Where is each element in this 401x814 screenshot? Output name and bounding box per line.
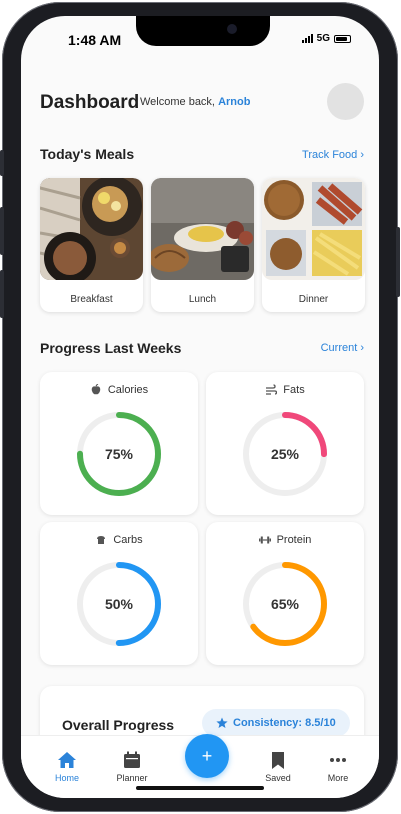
meals-section-title: Today's Meals [40,146,135,162]
consistency-text: Consistency: 8.5/10 [233,717,336,729]
track-food-link[interactable]: Track Food › [302,149,364,161]
tab-label: Home [54,773,79,783]
volume-up-button [0,207,4,255]
progress-card-carbs[interactable]: Carbs 50% [40,522,198,665]
card-label: Fats [283,384,305,396]
wind-icon [266,384,278,395]
tab-label: Planner [116,773,148,783]
overall-title: Overall Progress [62,717,175,733]
progress-card-protein[interactable]: Protein 65% [206,522,364,665]
progress-section-title: Progress Last Weeks [40,340,182,356]
star-icon [216,717,228,728]
home-icon [58,752,76,768]
progress-value: 75% [104,446,134,462]
avatar[interactable] [327,83,364,120]
app-screen: 1:48 AM 5G Dashboard Welcome back, Arnob… [21,16,379,798]
tab-planner[interactable]: Planner [102,750,162,783]
battery-icon [334,34,351,43]
consistency-badge: Consistency: 8.5/10 [202,709,350,737]
welcome-text: Welcome back, Arnob [140,96,250,108]
card-header: Fats [206,384,364,396]
dinner-photo [262,178,365,280]
progress-value: 65% [270,596,300,612]
meal-card-dinner[interactable]: Dinner [262,178,365,312]
progress-card-calories[interactable]: Calories 75% [40,372,198,515]
calendar-icon [124,751,140,768]
meal-label: Breakfast [70,294,113,305]
card-label: Protein [276,534,312,546]
camera-icon [227,24,237,34]
tab-more[interactable]: More [308,750,368,783]
dynamic-notch [136,16,270,46]
breakfast-photo [40,178,143,280]
meal-label: Dinner [298,294,329,305]
bookmark-icon [272,752,284,769]
bread-icon [97,536,106,544]
home-indicator [136,786,264,790]
progress-card-fats[interactable]: Fats 25% [206,372,364,515]
meal-label: Lunch [188,294,217,305]
card-label: Calories [107,384,149,396]
power-button [396,227,400,297]
card-header: Calories [40,384,198,396]
tab-label: More [327,773,349,783]
mute-switch [0,150,4,176]
status-time: 1:48 AM [68,32,122,48]
meal-card-breakfast[interactable]: Breakfast [40,178,143,312]
card-header: Protein [206,534,364,546]
add-fab-button[interactable]: + [185,734,229,778]
status-icons: 5G [301,33,351,44]
current-link[interactable]: Current › [321,342,364,354]
user-name: Arnob [218,96,251,108]
lunch-photo [151,178,254,280]
card-label: Carbs [113,534,143,546]
progress-value: 25% [270,446,300,462]
progress-value: 50% [104,596,134,612]
apple-icon [91,384,101,395]
dumbbell-icon [258,536,271,544]
network-label: 5G [316,33,330,44]
tab-saved[interactable]: Saved [248,750,308,783]
more-icon [330,758,346,762]
card-header: Carbs [40,534,198,546]
page-title: Dashboard [40,92,140,113]
signal-icon [301,34,313,43]
tab-label: Saved [265,773,291,783]
meal-card-lunch[interactable]: Lunch [151,178,254,312]
welcome-prefix: Welcome back, [140,96,215,108]
volume-down-button [0,270,4,318]
tab-home[interactable]: Home [37,750,97,783]
